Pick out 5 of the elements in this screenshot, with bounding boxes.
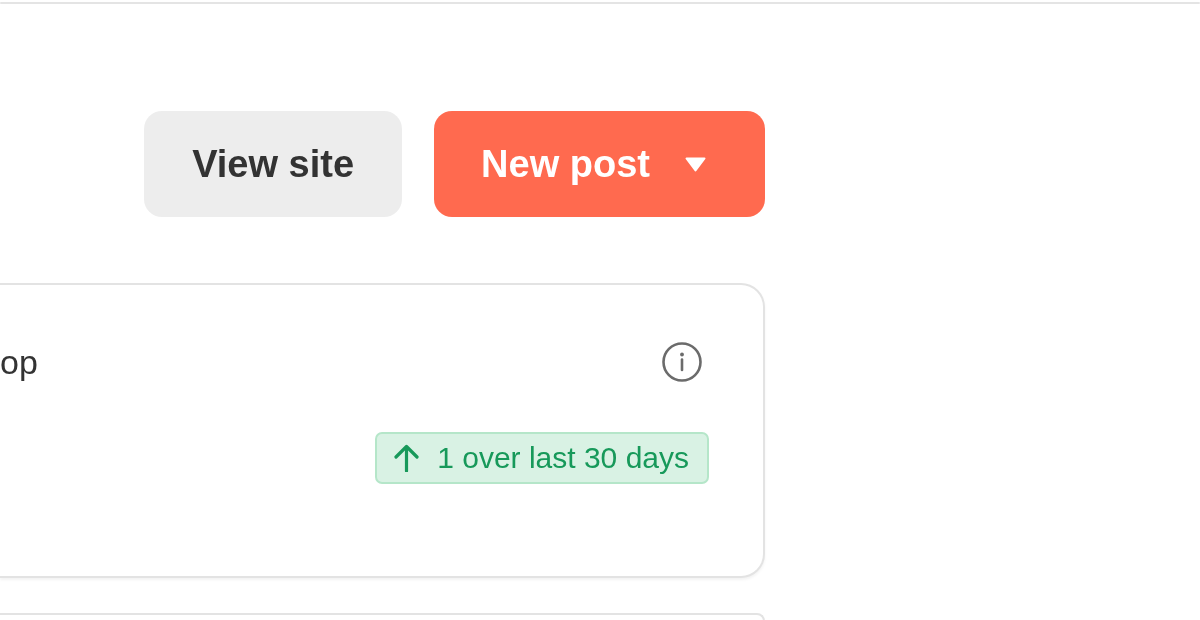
secondary-button[interactable]: View site bbox=[144, 111, 403, 217]
trend-text: 1 over last 30 days bbox=[437, 441, 689, 475]
arrow-up-icon bbox=[393, 444, 421, 472]
card-title: op bbox=[0, 345, 38, 379]
info-icon[interactable] bbox=[662, 342, 702, 382]
